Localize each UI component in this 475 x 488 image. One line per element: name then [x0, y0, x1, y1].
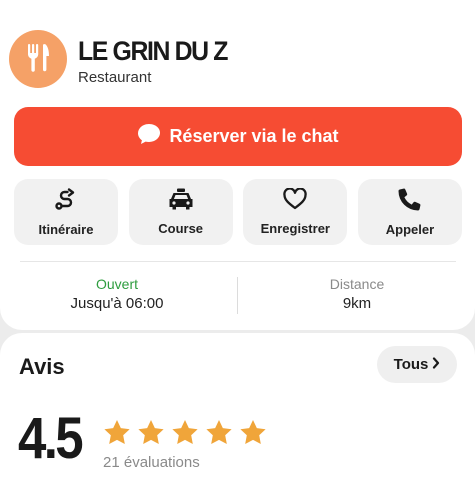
phone-icon	[398, 187, 422, 216]
distance-label: Distance	[329, 276, 385, 292]
chat-bubble-icon	[137, 123, 161, 150]
rating-score: 4.5	[18, 406, 84, 471]
route-icon	[54, 187, 78, 216]
reserve-chat-button[interactable]: Réserver via le chat	[14, 107, 462, 166]
ride-label: Course	[158, 221, 204, 236]
star-icon	[137, 419, 165, 451]
restaurant-logo	[9, 30, 67, 88]
divider	[20, 261, 456, 262]
call-label: Appeler	[385, 222, 435, 237]
fork-knife-icon	[25, 42, 51, 77]
call-button[interactable]: Appeler	[357, 179, 462, 245]
see-all-reviews-button[interactable]: Tous	[377, 346, 457, 383]
see-all-label: Tous	[393, 356, 429, 373]
save-button[interactable]: Enregistrer	[243, 179, 348, 245]
closing-time: Jusqu'à 06:00	[70, 295, 164, 312]
action-bar: Itinéraire Course Enregistrer Appeler	[14, 179, 462, 245]
rating-stars	[103, 419, 267, 451]
place-header-card: LE GRIN DU Z Restaurant Réserver via le …	[0, 0, 475, 330]
distance-value: 9km	[342, 295, 372, 312]
opening-hours: Ouvert Jusqu'à 06:00	[17, 276, 217, 312]
info-divider	[237, 277, 238, 314]
open-status: Ouvert	[95, 276, 138, 292]
star-icon	[239, 419, 267, 451]
star-icon	[171, 419, 199, 451]
directions-label: Itinéraire	[38, 222, 94, 237]
place-category: Restaurant	[78, 69, 152, 86]
ride-button[interactable]: Course	[128, 179, 233, 245]
heart-icon	[283, 187, 308, 215]
save-label: Enregistrer	[260, 221, 330, 236]
rating-count: 21 évaluations	[103, 454, 200, 471]
star-icon	[205, 419, 233, 451]
reserve-chat-label: Réserver via le chat	[169, 126, 339, 146]
chevron-right-icon	[432, 356, 440, 373]
directions-button[interactable]: Itinéraire	[14, 179, 118, 245]
car-icon	[168, 188, 194, 215]
place-name: LE GRIN DU Z	[78, 36, 228, 66]
reviews-title: Avis	[19, 354, 65, 379]
distance-info: Distance 9km	[257, 276, 457, 312]
star-icon	[103, 419, 131, 451]
